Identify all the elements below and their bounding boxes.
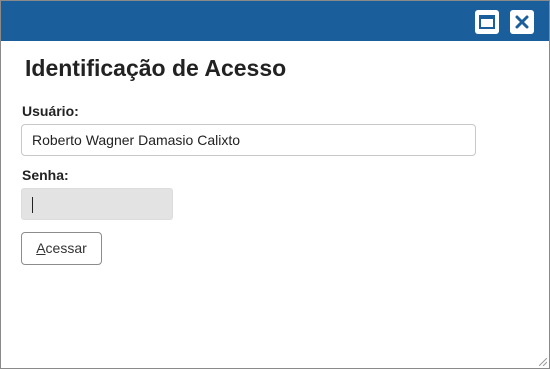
- acessar-label: cessar: [45, 240, 87, 256]
- close-button[interactable]: [510, 10, 534, 34]
- maximize-icon: [479, 15, 495, 29]
- password-field[interactable]: [21, 188, 173, 220]
- maximize-button[interactable]: [475, 10, 499, 34]
- page-title: Identificação de Acesso: [25, 55, 287, 81]
- username-label: Usuário:: [22, 103, 79, 119]
- acessar-mnemonic: A: [36, 240, 46, 256]
- text-caret: [32, 197, 33, 213]
- resize-grip-icon[interactable]: [539, 358, 547, 366]
- login-dialog: Identificação de Acesso Usuário: Roberto…: [0, 0, 550, 369]
- title-bar[interactable]: [1, 1, 549, 41]
- acessar-button[interactable]: Acessar: [21, 232, 102, 265]
- password-label: Senha:: [22, 167, 69, 183]
- username-field[interactable]: Roberto Wagner Damasio Calixto: [21, 124, 476, 156]
- close-icon: [515, 15, 529, 29]
